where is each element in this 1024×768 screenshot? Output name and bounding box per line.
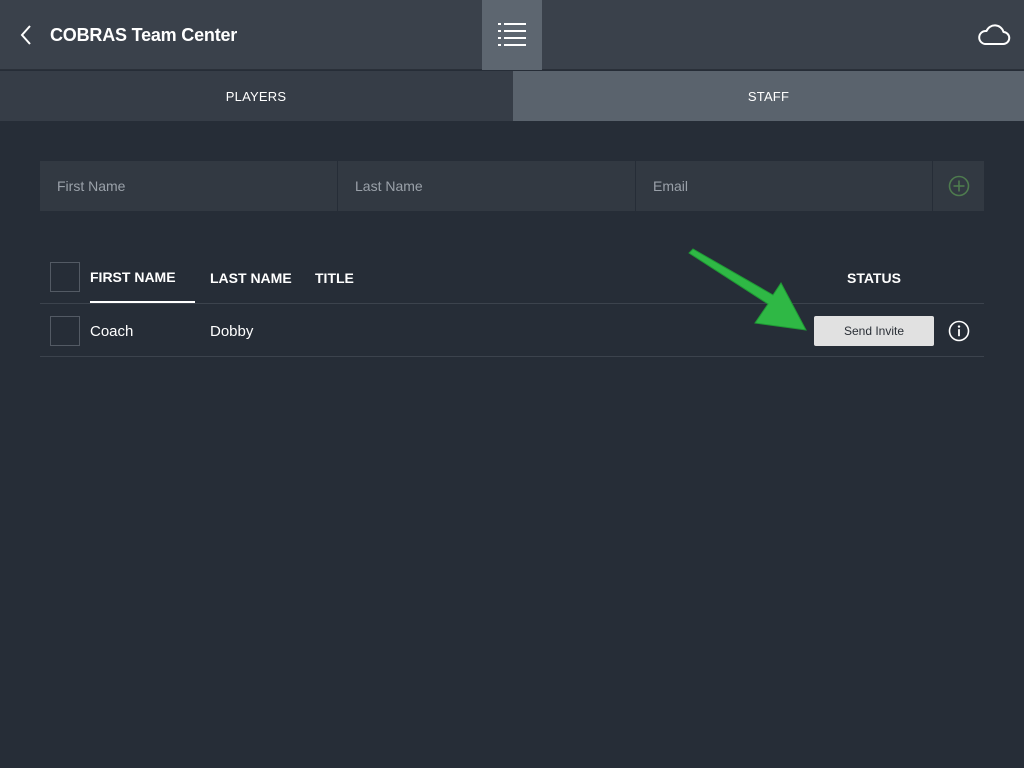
tab-staff[interactable]: STAFF: [513, 71, 1024, 121]
page-title: COBRAS Team Center: [50, 25, 238, 45]
chevron-left-icon: [20, 25, 31, 45]
tab-staff-label: STAFF: [747, 88, 790, 104]
last-name-field-wrapper: [338, 161, 636, 211]
cloud-icon: [978, 24, 1011, 45]
row-first-name: Coach: [90, 323, 134, 340]
back-button[interactable]: [12, 20, 40, 50]
select-all-checkbox[interactable]: [50, 262, 80, 292]
last-name-input[interactable]: [353, 177, 635, 195]
add-staff-button[interactable]: [933, 161, 984, 211]
row-last-name: Dobby: [210, 323, 254, 340]
column-header-first-name[interactable]: FIRST NAME: [90, 269, 176, 285]
first-name-field-wrapper: [40, 161, 338, 211]
menu-button[interactable]: [482, 0, 542, 70]
email-input[interactable]: [651, 177, 932, 195]
column-header-status[interactable]: STATUS: [847, 270, 901, 286]
column-header-title[interactable]: TITLE: [315, 270, 354, 286]
tab-bar: PLAYERS STAFF: [0, 71, 1024, 121]
info-button[interactable]: [947, 319, 971, 343]
top-bar: COBRAS Team Center: [0, 0, 1024, 70]
table-row: Coach Dobby Send Invite: [40, 305, 984, 357]
list-icon: [498, 23, 526, 46]
tab-players-label: PLAYERS: [225, 88, 287, 104]
sort-indicator: [90, 301, 195, 303]
cloud-sync-button[interactable]: [974, 20, 1014, 50]
tab-players[interactable]: PLAYERS: [0, 71, 512, 121]
column-header-last-name[interactable]: LAST NAME: [210, 270, 292, 286]
email-field-wrapper: [636, 161, 933, 211]
add-staff-form: [40, 161, 984, 211]
first-name-input[interactable]: [55, 177, 337, 195]
info-icon: [948, 320, 970, 342]
plus-circle-icon: [948, 175, 969, 197]
staff-table-header: FIRST NAME LAST NAME TITLE STATUS: [40, 252, 984, 304]
send-invite-button[interactable]: Send Invite: [814, 316, 934, 346]
row-checkbox[interactable]: [50, 316, 80, 346]
